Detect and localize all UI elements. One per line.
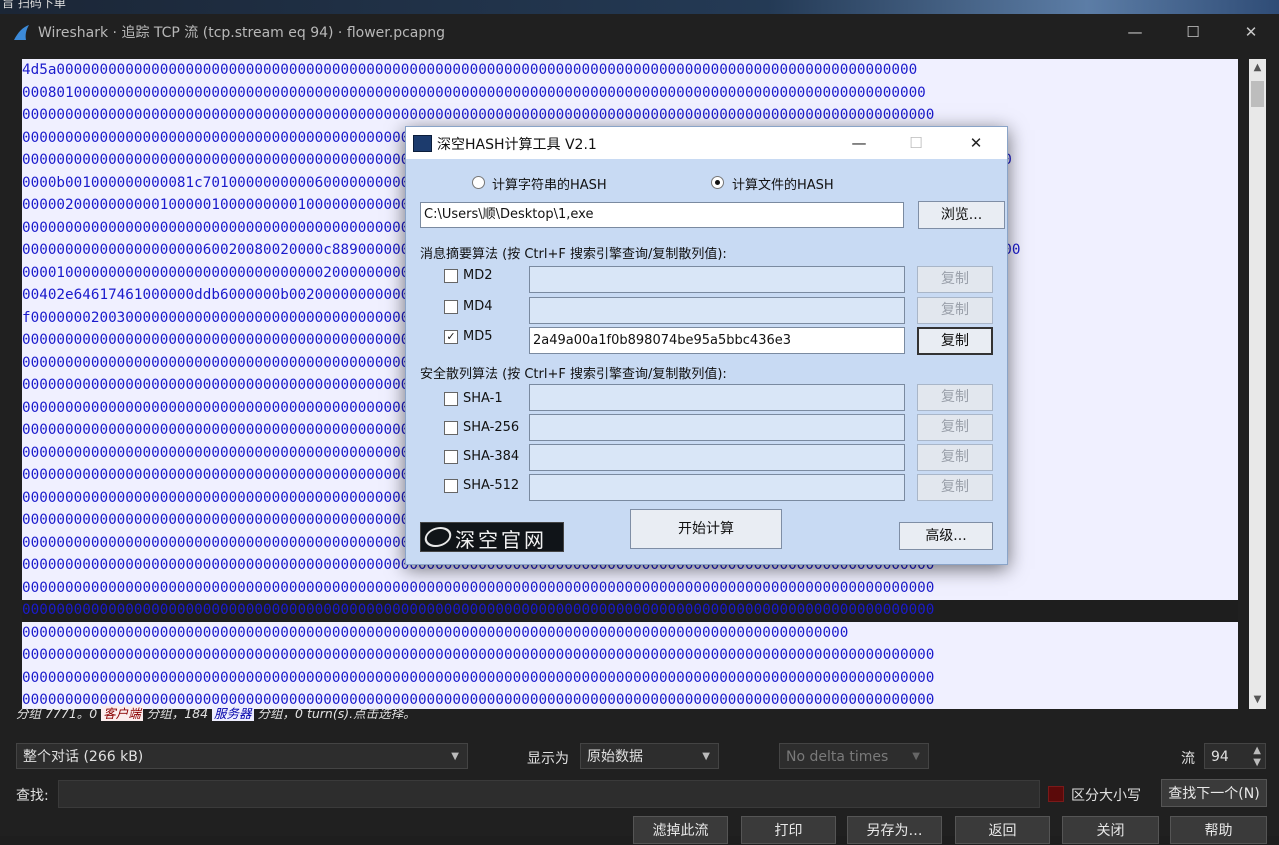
spin-down-icon[interactable]: ▼ xyxy=(1253,750,1261,776)
sha384-checkbox[interactable] xyxy=(444,450,458,464)
close-button[interactable]: ✕ xyxy=(1236,20,1266,44)
sha256-output[interactable] xyxy=(529,414,905,441)
sha256-label: SHA-256 xyxy=(463,420,520,435)
md2-copy-button[interactable]: 复制 xyxy=(917,266,993,293)
sha512-checkbox[interactable] xyxy=(444,479,458,493)
find-label: 查找: xyxy=(16,788,49,804)
maximize-button[interactable]: ☐ xyxy=(1178,20,1208,44)
delta-times-value: No delta times xyxy=(786,749,889,765)
show-as-value: 原始数据 xyxy=(587,749,643,765)
summary-suffix: 分组，0 turn(s).点击选择。 xyxy=(253,706,416,721)
app-icon xyxy=(413,135,432,152)
sha1-output[interactable] xyxy=(529,384,905,411)
server-tag[interactable]: 服务器 xyxy=(212,706,254,721)
print-button[interactable]: 打印 xyxy=(741,816,836,844)
sha1-copy-button[interactable]: 复制 xyxy=(917,384,993,411)
conversation-select[interactable]: 整个对话 (266 kB) ▼ xyxy=(16,743,468,769)
sha256-copy-button[interactable]: 复制 xyxy=(917,414,993,441)
md4-copy-button[interactable]: 复制 xyxy=(917,297,993,324)
sha384-copy-button[interactable]: 复制 xyxy=(917,444,993,471)
find-input[interactable] xyxy=(58,780,1040,808)
sha512-output[interactable] xyxy=(529,474,905,501)
sha384-label: SHA-384 xyxy=(463,449,520,464)
md5-output[interactable]: 2a49a00a1f0b898074be95a5bbc436e3 xyxy=(529,327,905,354)
radio-file-hash[interactable] xyxy=(711,176,724,189)
scroll-up-arrow-icon[interactable]: ▲ xyxy=(1251,60,1264,76)
window-title: Wireshark · 追踪 TCP 流 (tcp.stream eq 94) … xyxy=(38,25,445,41)
desktop-background-strip: 旨 扫码下单 xyxy=(0,0,1279,14)
save-as-button[interactable]: 另存为… xyxy=(847,816,942,844)
advanced-button[interactable]: 高级... xyxy=(899,522,993,550)
radio-file-label[interactable]: 计算文件的HASH xyxy=(732,174,834,193)
title-bar: Wireshark · 追踪 TCP 流 (tcp.stream eq 94) … xyxy=(0,14,1279,50)
back-button[interactable]: 返回 xyxy=(955,816,1050,844)
delta-times-select[interactable]: No delta times ▼ xyxy=(779,743,929,769)
filter-out-stream-button[interactable]: 滤掉此流 xyxy=(633,816,728,844)
chevron-down-icon: ▼ xyxy=(912,751,920,762)
stream-line: 0008010000000000000000000000000000000000… xyxy=(22,84,926,101)
browse-button[interactable]: 浏览... xyxy=(918,201,1005,229)
radio-string-label[interactable]: 计算字符串的HASH xyxy=(492,174,607,193)
stream-line: 0000000000000000000000000000000000000000… xyxy=(22,579,935,596)
logo-text: 深空官网 xyxy=(455,528,547,552)
hash-tool-dialog: 深空HASH计算工具 V2.1 — ☐ ✕ 计算字符串的HASH 计算文件的HA… xyxy=(405,126,1008,565)
stream-line: 0000000000000000000000000000000000000000… xyxy=(22,107,935,123)
chevron-down-icon: ▼ xyxy=(702,751,710,762)
client-tag[interactable]: 客户端 xyxy=(101,706,143,721)
radio-string-hash[interactable] xyxy=(472,176,485,189)
md5-checkbox[interactable]: ✓ xyxy=(444,330,458,344)
find-next-button[interactable]: 查找下一个(N) xyxy=(1161,779,1267,807)
chevron-down-icon: ▼ xyxy=(451,751,459,762)
md2-checkbox[interactable] xyxy=(444,269,458,283)
start-compute-button[interactable]: 开始计算 xyxy=(630,509,782,549)
file-path-input[interactable]: C:\Users\顺\Desktop\1,exe xyxy=(420,202,904,228)
stream-number-label: 流 xyxy=(1181,751,1195,767)
sha512-label: SHA-512 xyxy=(463,478,520,493)
dialog-title-bar: 深空HASH计算工具 V2.1 — ☐ ✕ xyxy=(406,127,1007,159)
conversation-value: 整个对话 (266 kB) xyxy=(23,749,144,765)
summary-middle: 分组，184 xyxy=(142,706,213,721)
stream-line: 0000000000000000000000000000000000000000… xyxy=(22,669,935,686)
sha256-checkbox[interactable] xyxy=(444,421,458,435)
stream-scrollbar[interactable]: ▲ ▼ xyxy=(1249,59,1266,709)
stream-number-spinbox[interactable]: 94 ▲ ▼ xyxy=(1204,743,1266,769)
help-button[interactable]: 帮助 xyxy=(1170,816,1267,844)
dialog-minimize-button[interactable]: — xyxy=(844,131,874,155)
md2-output[interactable] xyxy=(529,266,905,293)
desktop-strip-text: 旨 扫码下单 xyxy=(2,0,66,10)
close-dialog-button[interactable]: 关闭 xyxy=(1062,816,1159,844)
dialog-title: 深空HASH计算工具 V2.1 xyxy=(437,137,597,153)
secure-heading: 安全散列算法 (按 Ctrl+F 搜索引擎查询/复制散列值): xyxy=(420,367,727,382)
stream-number-value: 94 xyxy=(1211,749,1229,765)
stream-line: 4d5a000000000000000000000000000000000000… xyxy=(22,62,918,78)
show-as-select[interactable]: 原始数据 ▼ xyxy=(580,743,719,769)
sha1-checkbox[interactable] xyxy=(444,392,458,406)
scroll-down-arrow-icon[interactable]: ▼ xyxy=(1251,692,1264,708)
md5-label: MD5 xyxy=(463,329,493,344)
digest-heading: 消息摘要算法 (按 Ctrl+F 搜索引擎查询/复制散列值): xyxy=(420,247,727,262)
sha1-label: SHA-1 xyxy=(463,391,503,406)
sha384-output[interactable] xyxy=(529,444,905,471)
stream-line: 0000000000000000000000000000000000000000… xyxy=(22,624,849,641)
md2-label: MD2 xyxy=(463,268,493,283)
summary-prefix: 分组 7771。0 xyxy=(16,706,102,721)
md5-copy-button[interactable]: 复制 xyxy=(917,327,993,355)
md4-output[interactable] xyxy=(529,297,905,324)
show-as-label: 显示为 xyxy=(527,751,569,767)
sha512-copy-button[interactable]: 复制 xyxy=(917,474,993,501)
case-sensitive-label: 区分大小写 xyxy=(1071,788,1141,804)
logo-swirl-icon xyxy=(422,527,454,547)
stream-line: 0000000000000000000000000000000000000000… xyxy=(22,647,935,663)
scroll-thumb[interactable] xyxy=(1251,81,1264,107)
md4-checkbox[interactable] xyxy=(444,300,458,314)
dialog-close-button[interactable]: ✕ xyxy=(961,131,991,155)
minimize-button[interactable]: — xyxy=(1120,20,1150,44)
stream-summary: 分组 7771。0 客户端 分组，184 服务器 分组，0 turn(s).点击… xyxy=(16,703,416,721)
case-sensitive-checkbox[interactable] xyxy=(1048,786,1064,802)
md4-label: MD4 xyxy=(463,299,493,314)
wireshark-fin-icon xyxy=(14,25,29,40)
stream-line: 0000000000000000000000000000000000000000… xyxy=(22,602,935,618)
dialog-maximize-button: ☐ xyxy=(909,134,923,152)
official-site-logo-link[interactable]: 深空官网 xyxy=(420,522,564,552)
